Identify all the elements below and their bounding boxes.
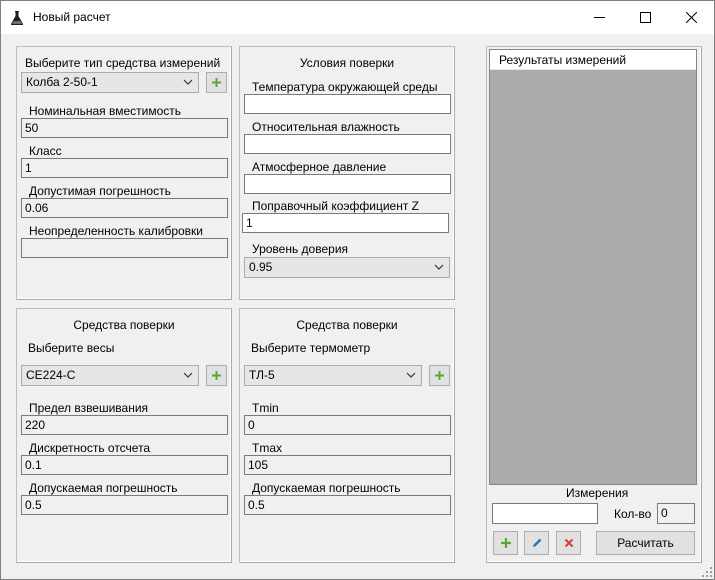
class-field[interactable]: 1: [21, 158, 228, 178]
results-list[interactable]: Результаты измерений: [489, 49, 697, 485]
title-bar: Новый расчет: [1, 1, 714, 34]
instrument-type-value: Колба 2-50-1: [26, 75, 98, 89]
calibration-uncertainty-label: Неопределенность калибровки: [29, 224, 203, 238]
thermometer-error-field[interactable]: 0.5: [244, 495, 451, 515]
plus-icon: [500, 538, 511, 548]
plus-icon: [435, 371, 444, 380]
count-field[interactable]: 0: [657, 503, 695, 524]
chevron-down-icon: [406, 372, 416, 378]
discreteness-label: Дискретность отсчета: [29, 441, 151, 455]
conditions-panel-title: Условия поверки: [299, 56, 395, 70]
chevron-down-icon: [183, 79, 193, 85]
thermometer-error-label: Допускаемая погрешность: [252, 481, 401, 495]
confidence-value: 0.95: [249, 260, 273, 274]
temperature-label: Температура окружающей среды: [252, 80, 438, 94]
select-thermometer-label: Выберите термометр: [251, 341, 371, 355]
delete-measurement-button[interactable]: [556, 531, 581, 555]
scales-error-label: Допускаемая погрешность: [29, 481, 178, 495]
close-icon: [685, 12, 697, 23]
thermometer-value: ТЛ-5: [249, 368, 275, 382]
tolerance-field[interactable]: 0.06: [21, 198, 228, 218]
add-instrument-button[interactable]: [206, 72, 227, 93]
nominal-volume-label: Номинальная вместимость: [29, 104, 182, 118]
minimize-icon: [593, 17, 605, 18]
scales-value: CE224-C: [26, 368, 76, 382]
tmin-field[interactable]: 0: [244, 415, 451, 435]
close-button[interactable]: [668, 1, 714, 34]
class-label: Класс: [29, 144, 62, 158]
discreteness-field[interactable]: 0.1: [21, 455, 228, 475]
humidity-field[interactable]: [244, 134, 451, 154]
add-measurement-button[interactable]: [493, 531, 518, 555]
scales-select[interactable]: CE224-C: [21, 365, 199, 386]
thermometer-panel-title: Средства поверки: [296, 318, 398, 332]
maximize-button[interactable]: [622, 1, 668, 34]
thermometer-select[interactable]: ТЛ-5: [244, 365, 422, 386]
scales-panel: Средства поверки Выберите весы CE224-C П…: [16, 308, 232, 563]
nominal-volume-field[interactable]: 50: [21, 118, 228, 138]
plus-icon: [212, 371, 221, 380]
temperature-field[interactable]: [244, 94, 451, 114]
confidence-label: Уровень доверия: [252, 242, 349, 256]
calculate-button[interactable]: Расчитать: [596, 531, 695, 555]
instrument-type-select[interactable]: Колба 2-50-1: [21, 72, 199, 93]
confidence-select[interactable]: 0.95: [244, 257, 450, 278]
resize-grip-icon[interactable]: [702, 567, 712, 577]
count-label: Кол-во: [614, 507, 652, 521]
chevron-down-icon: [434, 264, 444, 270]
tmax-field[interactable]: 105: [244, 455, 451, 475]
calibration-uncertainty-field[interactable]: [21, 238, 228, 258]
x-icon: [564, 538, 573, 548]
conditions-panel: Условия поверки Температура окружающей с…: [239, 46, 455, 300]
tmin-label: Tmin: [252, 401, 279, 415]
add-thermometer-button[interactable]: [429, 365, 450, 386]
instrument-panel: Выберите тип средства измерений Колба 2-…: [16, 46, 232, 300]
tolerance-label: Допустимая погрешность: [29, 184, 171, 198]
measurement-input[interactable]: [492, 503, 598, 524]
measurements-label: Измерения: [566, 486, 629, 500]
z-coefficient-field[interactable]: 1: [242, 213, 449, 233]
add-scales-button[interactable]: [206, 365, 227, 386]
main-window: Новый расчет Выберите тип средства измер…: [0, 0, 715, 580]
calculate-button-label: Расчитать: [617, 536, 674, 550]
maximize-icon: [639, 12, 651, 23]
pressure-label: Атмосферное давление: [252, 160, 387, 174]
weighing-limit-label: Предел взвешивания: [29, 401, 149, 415]
humidity-label: Относительная влажность: [252, 120, 400, 134]
weighing-limit-field[interactable]: 220: [21, 415, 228, 435]
scales-panel-title: Средства поверки: [73, 318, 175, 332]
tmax-label: Tmax: [252, 441, 282, 455]
edit-measurement-button[interactable]: [524, 531, 549, 555]
chevron-down-icon: [183, 372, 193, 378]
pencil-icon: [532, 538, 541, 547]
flask-icon: [11, 11, 23, 25]
scales-error-field[interactable]: 0.5: [21, 495, 228, 515]
pressure-field[interactable]: [244, 174, 451, 194]
select-scales-label: Выберите весы: [28, 341, 115, 355]
results-list-header: Результаты измерений: [490, 50, 696, 70]
instrument-type-label: Выберите тип средства измерений: [25, 56, 221, 70]
window-title: Новый расчет: [33, 10, 111, 24]
minimize-button[interactable]: [576, 1, 622, 34]
z-coefficient-label: Поправочный коэффициент Z: [252, 199, 420, 213]
plus-icon: [212, 78, 221, 87]
thermometer-panel: Средства поверки Выберите термометр ТЛ-5…: [239, 308, 455, 563]
